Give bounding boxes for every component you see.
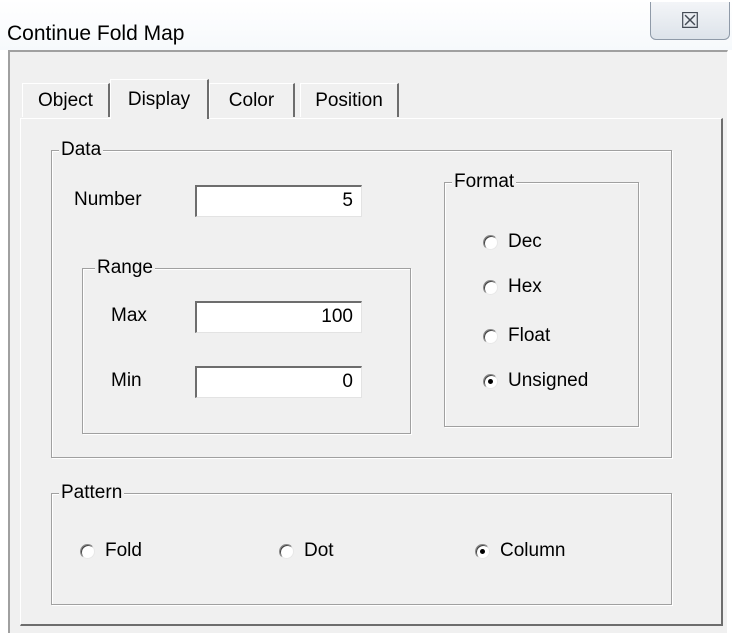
- number-label: Number: [74, 189, 142, 210]
- format-dec-label: Dec: [508, 231, 542, 252]
- format-float-label: Float: [508, 325, 551, 346]
- pattern-group: Pattern Fold Dot Column: [51, 481, 672, 605]
- radio-checked-icon: [475, 543, 490, 559]
- close-icon: ☒: [680, 7, 700, 33]
- radio-unchecked-icon: [279, 543, 294, 559]
- tab-object[interactable]: Object: [22, 83, 110, 117]
- data-group: Data Number 5 Range Max 100 Min 0 Format…: [51, 138, 672, 458]
- tab-position[interactable]: Position: [300, 83, 399, 117]
- radio-unchecked-icon: [483, 234, 498, 250]
- pattern-fold-radio[interactable]: Fold: [80, 540, 142, 562]
- format-hex-label: Hex: [508, 276, 542, 297]
- number-field[interactable]: 5: [195, 185, 362, 217]
- data-group-label: Data: [59, 138, 104, 162]
- format-unsigned-radio[interactable]: Unsigned: [483, 370, 588, 392]
- pattern-dot-label: Dot: [304, 540, 334, 561]
- pattern-fold-label: Fold: [105, 540, 142, 561]
- dialog-body: Object Display Color Position Data Numbe…: [8, 50, 728, 633]
- radio-checked-icon: [483, 373, 498, 389]
- tab-color[interactable]: Color: [209, 83, 295, 117]
- pattern-group-label: Pattern: [59, 481, 125, 505]
- min-field[interactable]: 0: [195, 366, 362, 398]
- tab-display[interactable]: Display: [110, 79, 209, 119]
- max-label: Max: [111, 305, 147, 326]
- format-hex-radio[interactable]: Hex: [483, 276, 542, 298]
- radio-unchecked-icon: [80, 543, 95, 559]
- radio-unchecked-icon: [483, 328, 498, 344]
- format-group: Format Dec Hex Float Unsigned: [444, 170, 639, 427]
- format-unsigned-label: Unsigned: [508, 370, 589, 391]
- format-dec-radio[interactable]: Dec: [483, 231, 542, 253]
- range-group-label: Range: [95, 256, 155, 280]
- range-group: Range Max 100 Min 0: [82, 256, 411, 434]
- pattern-dot-radio[interactable]: Dot: [279, 540, 334, 562]
- format-group-label: Format: [452, 170, 517, 194]
- format-float-radio[interactable]: Float: [483, 325, 550, 347]
- min-label: Min: [111, 370, 142, 391]
- display-tab-panel: Data Number 5 Range Max 100 Min 0 Format…: [20, 118, 723, 626]
- max-field[interactable]: 100: [195, 301, 362, 333]
- title-bar: Continue Fold Map ☒: [0, 0, 732, 50]
- pattern-column-label: Column: [500, 540, 566, 561]
- window-title: Continue Fold Map: [7, 22, 185, 45]
- radio-unchecked-icon: [483, 279, 498, 295]
- pattern-column-radio[interactable]: Column: [475, 540, 565, 562]
- close-button[interactable]: ☒: [650, 2, 730, 40]
